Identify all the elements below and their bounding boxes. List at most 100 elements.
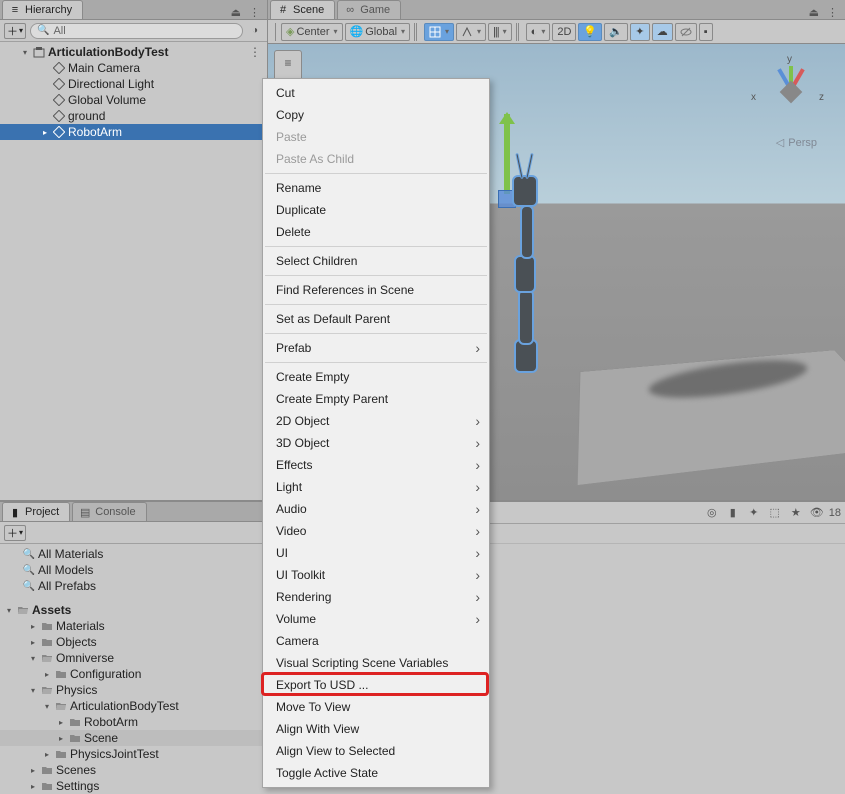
- project-tree: 🔍All Materials🔍All Models🔍All Prefabs ▾As…: [0, 544, 267, 794]
- menu-item[interactable]: Select Children: [264, 250, 488, 272]
- menu-item[interactable]: 2D Object: [264, 410, 488, 432]
- hierarchy-tabbar: ≡ Hierarchy ⏏ ⋮: [0, 0, 267, 20]
- menu-item[interactable]: Set as Default Parent: [264, 308, 488, 330]
- search-by-label-icon[interactable]: ▮: [724, 505, 742, 521]
- tag-icon[interactable]: ✦: [745, 505, 763, 521]
- grid-button[interactable]: [424, 23, 454, 41]
- project-item[interactable]: ▾ArticulationBodyTest: [0, 698, 267, 714]
- favorite-item[interactable]: 🔍All Materials: [0, 546, 267, 562]
- assets-root[interactable]: ▾Assets: [0, 602, 267, 618]
- tab-game[interactable]: ∞ Game: [337, 0, 401, 19]
- menu-item[interactable]: Audio: [264, 498, 488, 520]
- menu-item[interactable]: Video: [264, 520, 488, 542]
- tab-console[interactable]: ▤ Console: [72, 502, 146, 521]
- panel-menu-icon[interactable]: ⋮: [246, 6, 263, 19]
- snap-button[interactable]: [456, 23, 486, 41]
- hierarchy-item[interactable]: Main Camera: [0, 60, 267, 76]
- tab-hierarchy[interactable]: ≡ Hierarchy: [2, 0, 83, 19]
- project-item[interactable]: ▾Physics: [0, 682, 267, 698]
- light-toggle[interactable]: 💡: [578, 23, 602, 41]
- hierarchy-filter-icon[interactable]: ◑: [247, 23, 263, 39]
- menu-item[interactable]: Find References in Scene: [264, 279, 488, 301]
- scene-row[interactable]: ▾ArticulationBodyTest⋮: [0, 44, 267, 60]
- project-item[interactable]: ▸Configuration: [0, 666, 267, 682]
- project-item[interactable]: ▸RobotArm: [0, 714, 267, 730]
- menu-item[interactable]: Rendering: [264, 586, 488, 608]
- menu-item[interactable]: Move To View: [264, 696, 488, 718]
- hierarchy-item[interactable]: ground: [0, 108, 267, 124]
- menu-item[interactable]: Visual Scripting Scene Variables: [264, 652, 488, 674]
- scene-menu-icon[interactable]: ⋮: [249, 45, 267, 59]
- menu-item[interactable]: Align View to Selected: [264, 740, 488, 762]
- project-item[interactable]: ▸Scene: [0, 730, 267, 746]
- menu-item[interactable]: Light: [264, 476, 488, 498]
- pivot-button[interactable]: ◈Center: [281, 23, 343, 41]
- menu-separator: [265, 275, 487, 276]
- scene-panel-controls: ⏏ ⋮: [806, 6, 845, 19]
- robotarm-mesh[interactable]: [498, 149, 558, 379]
- favorite-icon[interactable]: ★: [787, 505, 805, 521]
- project-add-button[interactable]: ＋▾: [4, 525, 26, 541]
- menu-item[interactable]: UI: [264, 542, 488, 564]
- shading-button[interactable]: ◐: [526, 23, 551, 41]
- save-search-icon[interactable]: ⬚: [766, 505, 784, 521]
- panel-lock-icon[interactable]: ⏏: [806, 6, 822, 19]
- project-item[interactable]: ▸Objects: [0, 634, 267, 650]
- hierarchy-item-label: Main Camera: [68, 61, 140, 75]
- project-item[interactable]: ▸Settings: [0, 778, 267, 794]
- panel-lock-icon[interactable]: ⏏: [228, 6, 244, 19]
- camera-button[interactable]: ▪: [699, 23, 713, 41]
- project-item[interactable]: ▸Scenes: [0, 762, 267, 778]
- hierarchy-item[interactable]: ▸RobotArm: [0, 124, 267, 140]
- project-item[interactable]: ▾Omniverse: [0, 650, 267, 666]
- menu-item[interactable]: Volume: [264, 608, 488, 630]
- audio-toggle[interactable]: 🔈: [604, 23, 628, 41]
- search-placeholder: All: [53, 25, 65, 37]
- hidden-icon[interactable]: 👁: [808, 505, 826, 521]
- hierarchy-item[interactable]: Global Volume: [0, 92, 267, 108]
- project-item[interactable]: ▸Materials: [0, 618, 267, 634]
- unity-scene-icon: [32, 45, 46, 59]
- menu-item[interactable]: Delete: [264, 221, 488, 243]
- menu-item[interactable]: Create Empty: [264, 366, 488, 388]
- menu-item[interactable]: 3D Object: [264, 432, 488, 454]
- menu-item[interactable]: Cut: [264, 82, 488, 104]
- 2d-label: 2D: [557, 26, 571, 38]
- menu-item[interactable]: Create Empty Parent: [264, 388, 488, 410]
- menu-item[interactable]: Prefab: [264, 337, 488, 359]
- 2d-button[interactable]: 2D: [552, 23, 576, 41]
- handle-button[interactable]: 🌐Global: [345, 23, 411, 41]
- skybox-toggle[interactable]: ☁: [652, 23, 673, 41]
- assets-label: Assets: [32, 603, 71, 617]
- menu-item[interactable]: Effects: [264, 454, 488, 476]
- favorite-item[interactable]: 🔍All Prefabs: [0, 578, 267, 594]
- add-button[interactable]: ＋▾: [4, 23, 26, 39]
- pivot-label: Center: [296, 26, 329, 38]
- search-by-type-icon[interactable]: ◎: [703, 505, 721, 521]
- tab-scene[interactable]: # Scene: [270, 0, 335, 19]
- menu-item[interactable]: UI Toolkit: [264, 564, 488, 586]
- increment-button[interactable]: |||: [488, 23, 512, 41]
- panel-menu-icon[interactable]: ⋮: [824, 6, 841, 19]
- menu-item[interactable]: Toggle Active State: [264, 762, 488, 784]
- context-menu[interactable]: CutCopyPastePaste As ChildRenameDuplicat…: [262, 78, 490, 788]
- menu-item[interactable]: Copy: [264, 104, 488, 126]
- orientation-gizmo[interactable]: y x z: [755, 56, 827, 128]
- hidden-toggle[interactable]: [675, 23, 697, 41]
- hierarchy-search[interactable]: 🔍 All: [30, 23, 243, 39]
- fx-toggle[interactable]: ✦: [630, 23, 650, 41]
- tab-project[interactable]: ▮ Project: [2, 502, 70, 521]
- folder-icon: [54, 667, 68, 681]
- menu-item[interactable]: Rename: [264, 177, 488, 199]
- project-item[interactable]: ▸PhysicsJointTest: [0, 746, 267, 762]
- favorite-item[interactable]: 🔍All Models: [0, 562, 267, 578]
- menu-item[interactable]: Camera: [264, 630, 488, 652]
- menu-item[interactable]: Duplicate: [264, 199, 488, 221]
- hierarchy-item[interactable]: Directional Light: [0, 76, 267, 92]
- project-item-label: PhysicsJointTest: [70, 747, 159, 761]
- menu-item[interactable]: Align With View: [264, 718, 488, 740]
- hierarchy-item-label: RobotArm: [68, 125, 122, 139]
- persp-label[interactable]: ◁Persp: [776, 136, 817, 149]
- menu-item[interactable]: Export To USD ...: [264, 674, 488, 696]
- search-icon: 🔍: [22, 563, 36, 577]
